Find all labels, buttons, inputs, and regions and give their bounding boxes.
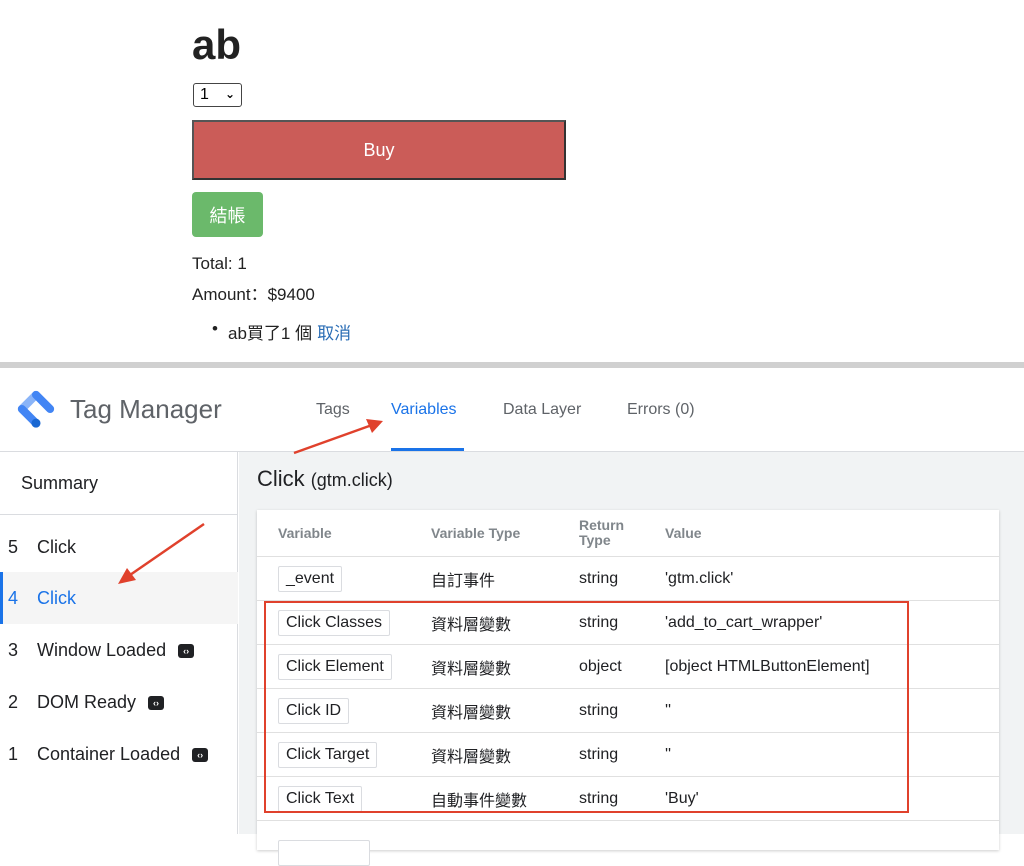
quantity-select[interactable]: 1 ⌄	[193, 83, 242, 107]
annotation-arrow-to-variables-icon	[293, 419, 383, 455]
checkout-button[interactable]: 結帳	[192, 192, 263, 237]
event-title: Click (gtm.click)	[257, 466, 393, 491]
event-label: Container Loaded ‹›	[37, 744, 209, 765]
tab-data-layer[interactable]: Data Layer	[503, 401, 581, 419]
gtm-logo-icon	[17, 390, 55, 428]
quantity-value: 1	[200, 86, 209, 103]
column-header-variable: Variable	[278, 525, 332, 541]
tag-manager-header: Tag Manager Tags Variables Data Layer Er…	[0, 368, 1024, 452]
event-number: 4	[8, 587, 19, 608]
cart-list-item: ab買了1 個取消	[212, 319, 351, 344]
table-row-partial	[257, 820, 999, 866]
event-sidebar: Summary 5 Click 4 Click 3 Window Loaded ‹…	[0, 452, 238, 834]
amount-text: Amount：$9400	[192, 285, 315, 304]
variable-name-partial	[278, 840, 370, 866]
total-text: Total: 1	[192, 254, 247, 273]
app-title: Tag Manager	[70, 394, 222, 424]
column-header-value: Value	[665, 525, 702, 541]
sidebar-event-3[interactable]: 3 Window Loaded ‹›	[0, 624, 238, 676]
variable-value: 'gtm.click'	[665, 570, 734, 587]
code-icon: ‹›	[178, 643, 195, 658]
annotation-arrow-to-click-event-icon	[118, 522, 205, 584]
product-title: ab	[192, 21, 242, 68]
event-label: Click	[37, 587, 76, 608]
variable-name[interactable]: _event	[278, 566, 343, 592]
sidebar-event-1[interactable]: 1 Container Loaded ‹›	[0, 728, 238, 780]
tab-variables[interactable]: Variables	[391, 401, 457, 419]
sidebar-event-2[interactable]: 2 DOM Ready ‹›	[0, 676, 238, 728]
variable-type: 自訂事件	[431, 573, 496, 590]
active-tab-indicator	[391, 448, 464, 451]
event-number: 2	[8, 691, 19, 712]
event-number: 5	[8, 536, 19, 557]
cart-item-text: ab買了1 個	[228, 324, 313, 343]
event-label: Click	[37, 536, 76, 557]
return-type: string	[579, 570, 619, 587]
annotation-highlight-box	[264, 601, 909, 813]
shop-page: ab 1 ⌄ Buy 結帳 Total: 1 Amount：$9400 ab買了…	[0, 0, 1024, 362]
column-header-variable-type: Variable Type	[431, 525, 521, 541]
event-label: DOM Ready ‹›	[37, 692, 165, 713]
table-row: _event 自訂事件 string 'gtm.click'	[257, 556, 999, 600]
chevron-down-icon: ⌄	[224, 87, 235, 101]
tab-errors[interactable]: Errors (0)	[627, 401, 695, 419]
event-label: Window Loaded ‹›	[37, 640, 195, 661]
cancel-link[interactable]: 取消	[317, 324, 351, 343]
buy-button[interactable]: Buy	[192, 120, 566, 180]
code-icon: ‹›	[148, 695, 165, 710]
column-header-return-type: Return Type	[579, 517, 625, 548]
event-number: 1	[8, 743, 19, 764]
code-icon: ‹›	[192, 747, 209, 762]
event-number: 3	[8, 639, 19, 660]
sidebar-item-summary[interactable]: Summary	[0, 452, 238, 515]
